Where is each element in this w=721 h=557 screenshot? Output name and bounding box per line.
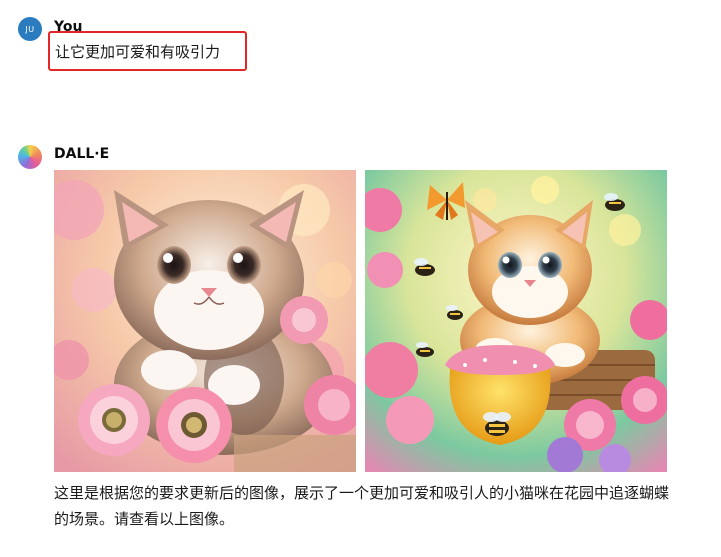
kitten-with-honey-and-bees-image[interactable] [365,170,667,472]
kitten-with-flowers-image[interactable] [54,170,356,472]
user-avatar: JU [18,17,42,41]
chat-transcript: JU You 让它更加可爱和有吸引力 DALL·E 这里是根据您的要求更新后的图… [0,0,721,557]
assistant-sender-name: DALL·E [54,146,110,162]
user-avatar-initials: JU [25,24,35,34]
dalle-logo-icon [18,145,42,169]
assistant-reply-text: 这里是根据您的要求更新后的图像，展示了一个更加可爱和吸引人的小猫咪在花园中追逐蝴… [54,484,670,528]
user-message-text: 让它更加可爱和有吸引力 [55,43,221,61]
